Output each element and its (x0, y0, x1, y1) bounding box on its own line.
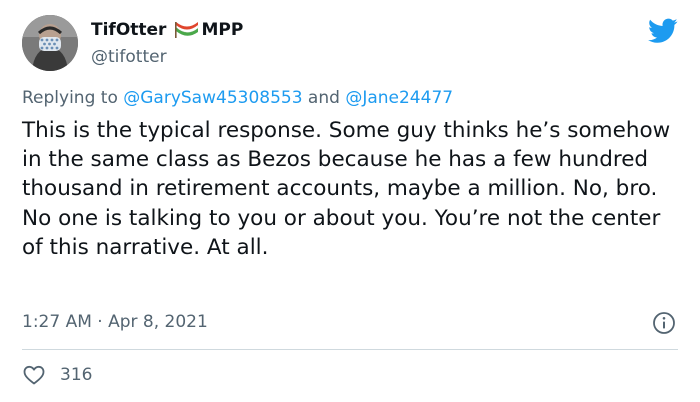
author-name-suffix: MPP (201, 20, 244, 40)
twitter-bird-icon[interactable] (648, 18, 678, 44)
info-icon[interactable] (652, 311, 676, 335)
tweet-timestamp[interactable]: 1:27 AM · Apr 8, 2021 (22, 312, 208, 332)
avatar-image (22, 15, 78, 71)
heart-icon[interactable] (22, 363, 46, 387)
author-handle[interactable]: @tifotter (91, 47, 167, 67)
tweet-date[interactable]: Apr 8, 2021 (108, 312, 208, 332)
like-count: 316 (60, 365, 93, 385)
like-action[interactable]: 316 (22, 363, 92, 387)
flag-emoji-icon (175, 21, 199, 39)
tweet-card: TifOtter MPP @tifotter Replying to @Gary… (0, 0, 700, 402)
tweet-time[interactable]: 1:27 AM (22, 312, 92, 332)
author-display-name[interactable]: TifOtter (91, 20, 166, 40)
timestamp-separator: · (91, 312, 109, 332)
tweet-text: This is the typical response. Some guy t… (22, 118, 671, 260)
divider (22, 349, 678, 350)
author-name-row[interactable]: TifOtter MPP (91, 20, 243, 40)
mention-link-2[interactable]: @Jane24477 (345, 88, 453, 108)
replying-to-prefix: Replying to (22, 88, 124, 108)
mention-link-1[interactable]: @GarySaw45308553 (123, 88, 302, 108)
replying-to-line: Replying to @GarySaw45308553 and @Jane24… (22, 88, 453, 108)
replying-to-conjunction: and (302, 88, 346, 108)
avatar[interactable] (22, 15, 78, 71)
